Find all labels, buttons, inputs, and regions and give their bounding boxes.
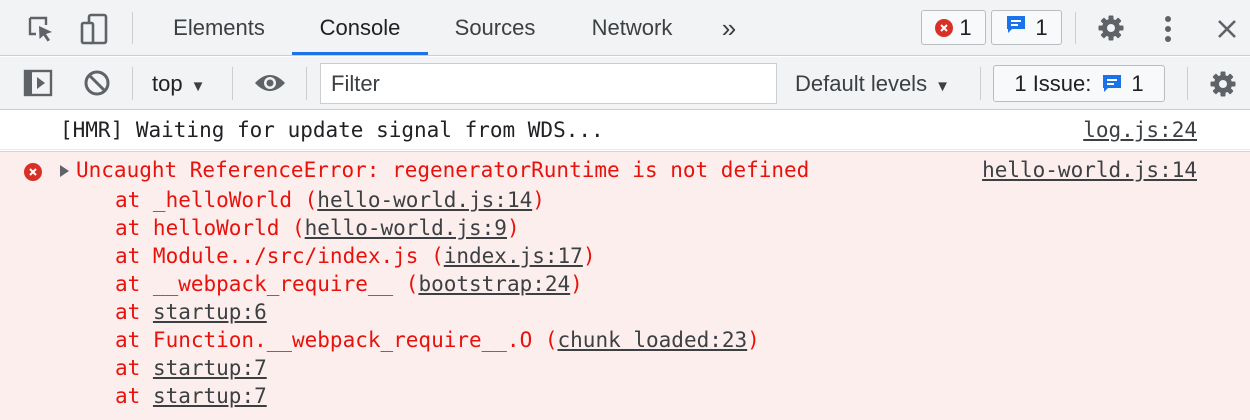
toolbar-divider bbox=[232, 67, 233, 100]
dropdown-caret-icon: ▼ bbox=[935, 78, 950, 95]
stack-frame-suffix: ) bbox=[506, 216, 520, 240]
stack-frame: at startup:7 bbox=[115, 382, 760, 410]
stack-frame-link[interactable]: hello-world.js:14 bbox=[317, 188, 532, 212]
console-log-message: [HMR] Waiting for update signal from WDS… bbox=[0, 111, 1250, 150]
stack-frame-suffix: ) bbox=[570, 272, 583, 296]
message-icon bbox=[1005, 15, 1027, 41]
issues-label: 1 Issue: bbox=[1014, 70, 1092, 96]
log-levels-dropdown[interactable]: Default levels ▼ bbox=[795, 57, 950, 110]
log-message-text: [HMR] Waiting for update signal from WDS… bbox=[60, 118, 604, 142]
stack-frame-link[interactable]: chunk loaded:23 bbox=[558, 328, 748, 352]
message-count-badge[interactable]: 1 bbox=[991, 10, 1062, 45]
device-toolbar-icon[interactable] bbox=[78, 12, 110, 46]
message-count: 1 bbox=[1035, 14, 1048, 40]
stack-frame-link[interactable]: hello-world.js:9 bbox=[305, 216, 507, 240]
console-settings-gear-icon[interactable] bbox=[1208, 69, 1238, 99]
log-levels-label: Default levels bbox=[795, 71, 928, 96]
error-count: 1 bbox=[959, 14, 972, 40]
stack-frame-suffix: ) bbox=[747, 328, 760, 352]
error-source-link[interactable]: hello-world.js:14 bbox=[982, 158, 1197, 182]
stack-frame-suffix: ) bbox=[532, 188, 545, 212]
context-selector[interactable]: top ▼ bbox=[152, 57, 205, 110]
error-icon bbox=[935, 18, 954, 37]
stack-trace: at _helloWorld (hello-world.js:14) at he… bbox=[115, 186, 760, 410]
stack-frame: at Function.__webpack_require__.O (chunk… bbox=[115, 326, 760, 354]
tab-network[interactable]: Network bbox=[574, 0, 690, 56]
dropdown-caret-icon: ▼ bbox=[190, 78, 206, 95]
console-error-message: Uncaught ReferenceError: regeneratorRunt… bbox=[0, 151, 1250, 420]
stack-frame-suffix: ) bbox=[582, 244, 596, 268]
devtools-tab-bar: Elements Console Sources Network » 1 1 bbox=[0, 0, 1250, 56]
stack-frame: at Module../src/index.js (index.js:17) bbox=[115, 242, 760, 270]
toolbar-divider bbox=[1187, 67, 1188, 100]
context-label: top bbox=[152, 71, 183, 96]
stack-frame-link[interactable]: startup:7 bbox=[153, 384, 267, 408]
close-icon[interactable] bbox=[1213, 15, 1241, 43]
error-icon bbox=[24, 163, 42, 181]
tab-sources[interactable]: Sources bbox=[440, 0, 550, 56]
issue-message-icon bbox=[1101, 74, 1123, 94]
settings-gear-icon[interactable] bbox=[1096, 13, 1126, 43]
stack-frame: at __webpack_require__ (bootstrap:24) bbox=[115, 270, 760, 298]
inspect-element-icon[interactable] bbox=[26, 14, 56, 44]
tab-console[interactable]: Console bbox=[292, 0, 428, 56]
stack-frame-text: at bbox=[115, 384, 153, 408]
issues-count: 1 bbox=[1131, 70, 1144, 96]
tab-elements[interactable]: Elements bbox=[158, 0, 280, 56]
expand-triangle-icon[interactable] bbox=[60, 165, 69, 177]
clear-console-icon[interactable] bbox=[82, 68, 112, 98]
stack-frame-link[interactable]: bootstrap:24 bbox=[418, 272, 570, 296]
stack-frame-link[interactable]: index.js:17 bbox=[444, 244, 583, 268]
live-expression-eye-icon[interactable] bbox=[252, 69, 288, 97]
error-message-text: Uncaught ReferenceError: regeneratorRunt… bbox=[76, 158, 810, 182]
stack-frame: at helloWorld (hello-world.js:9) bbox=[115, 214, 760, 242]
stack-frame-text: at _helloWorld ( bbox=[115, 188, 318, 212]
error-count-badge[interactable]: 1 bbox=[921, 10, 986, 45]
stack-frame: at _helloWorld (hello-world.js:14) bbox=[115, 186, 760, 214]
stack-frame-text: at Function.__webpack_require__.O ( bbox=[115, 328, 558, 352]
toolbar-divider bbox=[132, 12, 133, 44]
stack-frame-text: at Module../src/index.js ( bbox=[115, 244, 444, 268]
toolbar-divider bbox=[132, 67, 133, 100]
toolbar-divider bbox=[306, 67, 307, 100]
stack-frame-text: at bbox=[115, 356, 153, 380]
toolbar-divider bbox=[1075, 12, 1076, 44]
issues-button[interactable]: 1 Issue: 1 bbox=[993, 65, 1165, 102]
more-tabs-button[interactable]: » bbox=[712, 0, 746, 56]
stack-frame-text: at bbox=[115, 300, 153, 324]
stack-frame: at startup:7 bbox=[115, 354, 760, 382]
active-tab-indicator bbox=[292, 52, 428, 55]
stack-frame-text: at __webpack_require__ ( bbox=[115, 272, 419, 296]
console-toolbar: top ▼ Default levels ▼ 1 Issue: 1 bbox=[0, 57, 1250, 110]
toolbar-divider bbox=[980, 67, 981, 100]
stack-frame-link[interactable]: startup:6 bbox=[153, 300, 267, 324]
stack-frame-link[interactable]: startup:7 bbox=[153, 356, 267, 380]
stack-frame-text: at helloWorld ( bbox=[115, 216, 305, 240]
stack-frame: at startup:6 bbox=[115, 298, 760, 326]
log-source-link[interactable]: log.js:24 bbox=[1083, 118, 1197, 142]
sidebar-toggle-icon[interactable] bbox=[22, 68, 54, 98]
kebab-menu-icon[interactable] bbox=[1157, 14, 1179, 44]
filter-input[interactable] bbox=[320, 63, 777, 104]
